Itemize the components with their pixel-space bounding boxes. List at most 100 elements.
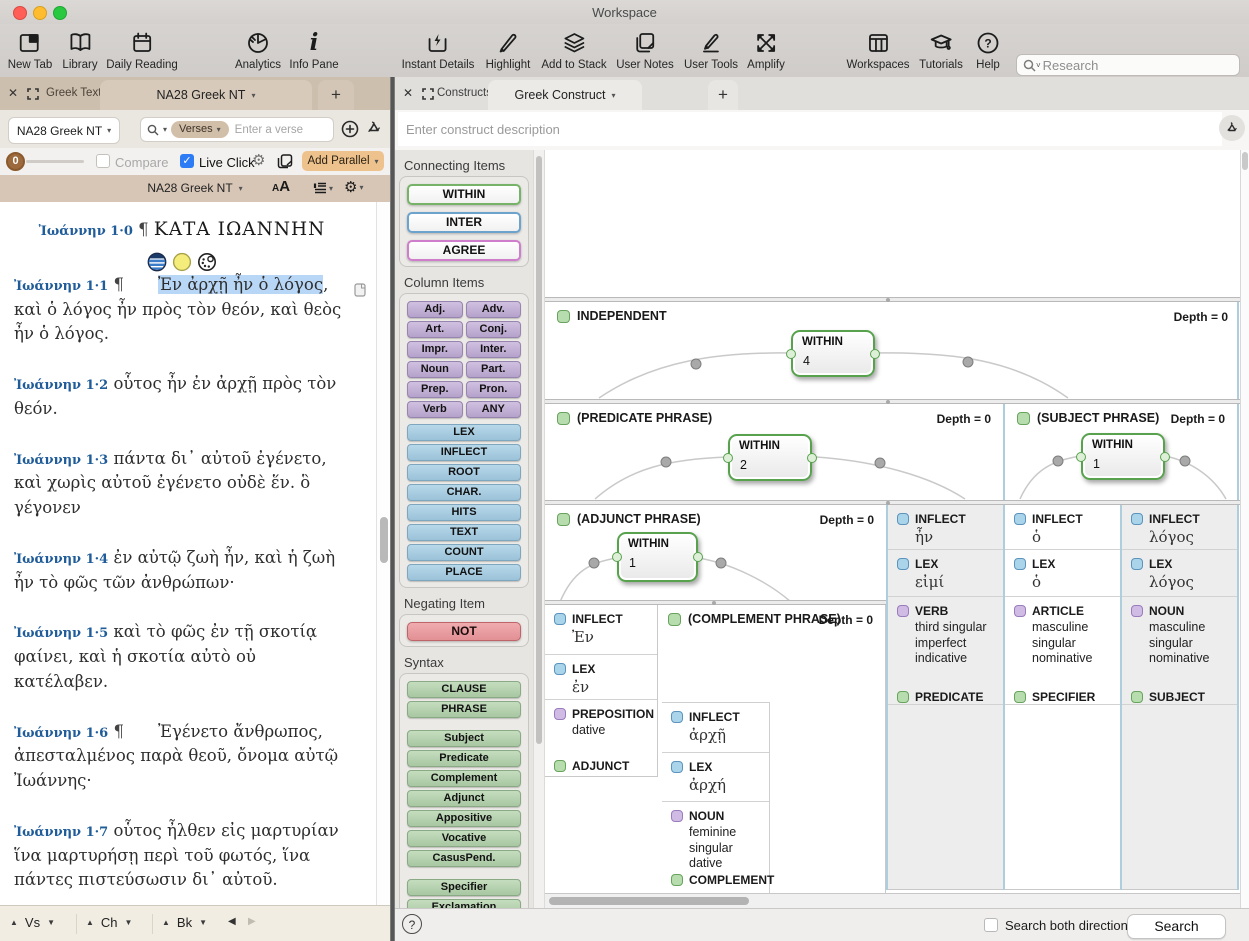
both-directions-checkbox[interactable] (984, 918, 998, 932)
adjunct-phrase-panel[interactable]: (ADJUNCT PHRASE) Depth = 0 WITHIN 1 (545, 505, 886, 603)
add-parallel-button[interactable]: Add Parallel▾ (302, 151, 384, 171)
palette-complement-button[interactable]: Complement (407, 770, 521, 787)
tutorials-button[interactable]: Tutorials (919, 28, 963, 71)
palette-adj-button[interactable]: Adj. (407, 301, 463, 318)
down-arrow-icon[interactable]: ▼ (125, 918, 133, 927)
phrase-status-icon[interactable] (1017, 412, 1030, 425)
phrase-status-icon[interactable] (668, 613, 681, 626)
palette-scrollbar[interactable] (533, 150, 545, 908)
palette-root-button[interactable]: ROOT (407, 464, 521, 481)
research-input[interactable] (1041, 57, 1195, 74)
verse-search-field[interactable]: ▾ Verses▾ (140, 117, 334, 142)
live-click-gear-icon[interactable]: ⚙ (252, 151, 265, 169)
independent-clause-panel[interactable]: INDEPENDENT Depth = 0 WITHIN 4 (545, 302, 1240, 399)
palette-predicate-button[interactable]: Predicate (407, 750, 521, 767)
palette-adv-button[interactable]: Adv. (466, 301, 522, 318)
inflect-cell[interactable]: INFLECT Ἐν (545, 605, 657, 655)
up-arrow-icon[interactable]: ▲ (86, 918, 94, 927)
palette-any-button[interactable]: ANY (466, 401, 522, 418)
word-item-en-preposition[interactable]: INFLECT Ἐν LEX ἐν PREPOSITION dative ADJ… (545, 605, 658, 777)
update-search-icon[interactable] (364, 119, 384, 144)
verse-stepper[interactable]: ▲Vs▼ (10, 915, 55, 930)
library-button[interactable]: Library (62, 28, 97, 71)
compare-checkbox[interactable] (96, 154, 110, 168)
daily-reading-button[interactable]: Daily Reading (106, 28, 178, 71)
close-zone-icon[interactable]: ✕ (8, 86, 18, 100)
add-to-stack-button[interactable]: Add to Stack (541, 28, 606, 71)
palette-not-button[interactable]: NOT (407, 622, 521, 641)
construct-canvas[interactable]: INDEPENDENT Depth = 0 WITHIN 4 (PREDICAT… (545, 150, 1240, 908)
close-zone-icon[interactable]: ✕ (403, 86, 413, 100)
palette-vocative-button[interactable]: Vocative (407, 830, 521, 847)
add-tab-button[interactable]: + (318, 80, 354, 110)
palette-prep-button[interactable]: Prep. (407, 381, 463, 398)
research-search-field[interactable]: ˅ (1016, 54, 1240, 76)
lex-cell[interactable]: LEX ἀρχή (662, 753, 769, 802)
inflect-cell[interactable]: INFLECT ἦν (888, 505, 1003, 550)
palette-appositive-button[interactable]: Appositive (407, 810, 521, 827)
within-node-predicate[interactable]: WITHIN 2 (728, 434, 812, 481)
predicate-phrase-panel[interactable]: (PREDICATE PHRASE) Depth = 0 WITHIN 2 (545, 404, 1003, 500)
canvas-hscroll-thumb[interactable] (549, 897, 749, 905)
amplify-button[interactable]: Amplify (747, 28, 785, 71)
word-item-arche[interactable]: INFLECT ἀρχῇ LEX ἀρχή NOUN feminine sing… (662, 702, 770, 893)
new-tab-button[interactable]: New Tab (8, 28, 53, 71)
info-pane-button[interactable]: i Info Pane (289, 28, 338, 71)
text-settings-icon[interactable]: ⚙▾ (344, 178, 363, 196)
inflect-cell[interactable]: INFLECT ἀρχῇ (662, 703, 769, 753)
back-arrow-icon[interactable]: ◀ (228, 916, 236, 927)
down-arrow-icon[interactable]: ▼ (199, 918, 207, 927)
palette-adjunct-button[interactable]: Adjunct (407, 790, 521, 807)
palette-conj-button[interactable]: Conj. (466, 321, 522, 338)
palette-lex-button[interactable]: LEX (407, 424, 521, 441)
palette-exclamation-button[interactable]: Exclamation (407, 899, 521, 908)
duplicate-pane-icon[interactable] (276, 153, 294, 175)
palette-impr-button[interactable]: Impr. (407, 341, 463, 358)
palette-inflect-button[interactable]: INFLECT (407, 444, 521, 461)
function-cell[interactable]: SPECIFIER (1005, 683, 1120, 705)
text-display-icon[interactable]: ▾ (312, 181, 333, 195)
palette-char-button[interactable]: CHAR. (407, 484, 521, 501)
phrase-status-icon[interactable] (557, 412, 570, 425)
verse-entry-input[interactable] (233, 123, 311, 137)
font-size-icon[interactable]: AA (272, 178, 290, 196)
word-column-en[interactable]: INFLECT ἦν LEX εἰμί VERB third singular … (888, 505, 1003, 890)
function-cell[interactable]: ADJUNCT (545, 752, 657, 776)
tab-na28-greek-nt[interactable]: NA28 Greek NT▾ (100, 80, 312, 110)
highlight-button[interactable]: Highlight (486, 28, 531, 71)
palette-phrase-button[interactable]: PHRASE (407, 701, 521, 718)
palette-agree-button[interactable]: AGREE (407, 240, 521, 261)
workspaces-button[interactable]: Workspaces (846, 28, 909, 71)
verse-marker-icons[interactable] (14, 250, 350, 270)
left-scrollbar[interactable] (376, 202, 390, 905)
user-tools-button[interactable]: User Tools (684, 28, 738, 71)
lex-cell[interactable]: LEX ὁ (1005, 550, 1120, 597)
lex-cell[interactable]: LEX λόγος (1122, 550, 1237, 597)
word-column-ho[interactable]: INFLECT ὁ LEX ὁ ARTICLE masculine singul… (1005, 505, 1120, 890)
add-criteria-icon[interactable] (341, 120, 359, 143)
pos-cell[interactable]: PREPOSITION dative (545, 700, 657, 752)
help-icon[interactable]: ? (402, 914, 422, 934)
add-tab-button[interactable]: + (708, 80, 738, 110)
palette-inter-button[interactable]: INTER (407, 212, 521, 233)
help-button[interactable]: ? Help (975, 28, 1001, 71)
scope-pill[interactable]: Verses▾ (171, 121, 229, 138)
palette-clause-button[interactable]: CLAUSE (407, 681, 521, 698)
lex-cell[interactable]: LEX εἰμί (888, 550, 1003, 597)
user-note-icon[interactable] (354, 283, 366, 302)
canvas-horizontal-scrollbar[interactable] (545, 893, 1240, 908)
tab-greek-construct[interactable]: Greek Construct▾ (488, 80, 642, 110)
update-construct-button[interactable] (1219, 115, 1245, 141)
text-header-select[interactable]: NA28 Greek NT▾ (120, 181, 270, 195)
function-cell[interactable]: PREDICATE (888, 683, 1003, 705)
palette-text-button[interactable]: TEXT (407, 524, 521, 541)
pos-cell[interactable]: NOUN masculine singular nominative (1122, 597, 1237, 683)
book-stepper[interactable]: ▲Bk▼ (162, 915, 207, 930)
palette-pron-button[interactable]: Pron. (466, 381, 522, 398)
pos-cell[interactable]: VERB third singular imperfect indicative (888, 597, 1003, 683)
search-button[interactable]: Search (1127, 914, 1226, 939)
within-node-subject[interactable]: WITHIN 1 (1081, 433, 1165, 480)
construct-description-input[interactable] (398, 112, 1222, 146)
clause-status-icon[interactable] (557, 310, 570, 323)
function-cell[interactable]: SUBJECT (1122, 683, 1237, 705)
